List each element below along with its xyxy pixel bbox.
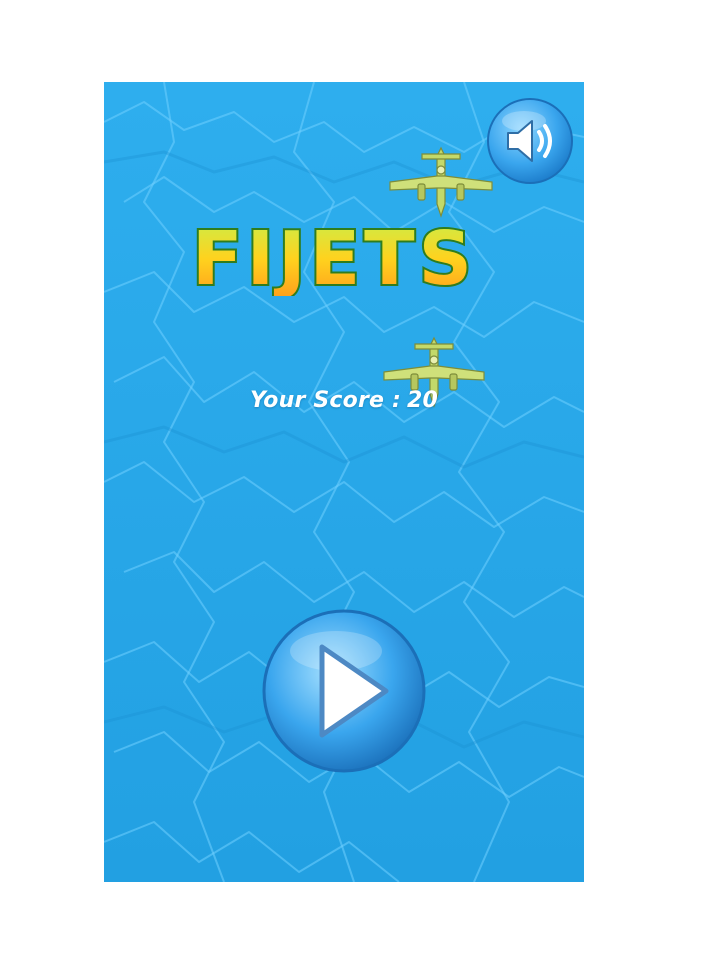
play-button[interactable] [260,607,428,775]
game-title: FIJETS [190,216,476,296]
sound-toggle-button[interactable] [486,97,574,185]
svg-text:FIJETS: FIJETS [192,216,476,296]
score-display: Your Score :20 [104,388,584,413]
score-label: Your Score : [249,388,401,413]
enemy-plane-top [389,146,493,218]
speaker-icon [487,98,573,184]
game-screen: FIJETS Your Score :20 [104,82,584,882]
play-icon [262,609,426,773]
score-value: 20 [407,388,439,413]
